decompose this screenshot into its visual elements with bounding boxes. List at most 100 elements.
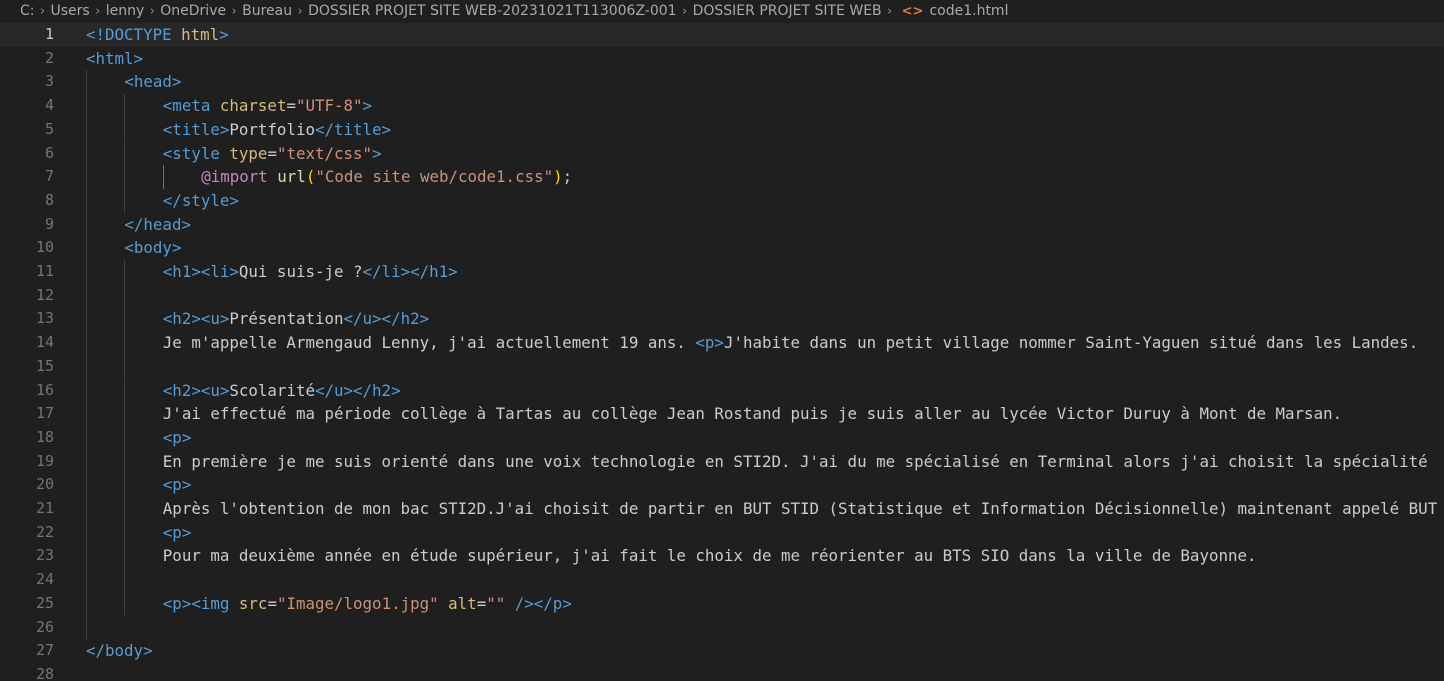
indent-guide bbox=[86, 283, 87, 308]
line-number: 25 bbox=[35, 593, 54, 612]
indent-guide bbox=[124, 520, 126, 545]
code-line[interactable]: 13 <h2><u>Présentation</u></h2> bbox=[0, 307, 1444, 332]
indent-guide bbox=[124, 497, 126, 521]
code-text: <meta charset="UTF-8"> bbox=[163, 94, 372, 118]
code-text: <p> bbox=[163, 521, 192, 545]
code-line[interactable]: 15 bbox=[0, 354, 1444, 379]
code-token-tag: > bbox=[219, 25, 229, 44]
line-number: 13 bbox=[35, 309, 54, 328]
code-line[interactable]: 14 Je m'appelle Armengaud Lenny, j'ai act… bbox=[0, 331, 1444, 355]
line-number: 10 bbox=[35, 238, 54, 257]
code-line[interactable]: 21 Après l'obtention de mon bac STI2D.J'a… bbox=[0, 497, 1444, 521]
code-line[interactable]: 17 J'ai effectué ma période collège à Tar… bbox=[0, 402, 1444, 426]
code-line[interactable]: 7 @import url("Code site web/code1.css"); bbox=[0, 165, 1444, 189]
line-number: 28 bbox=[35, 664, 54, 681]
code-text: <h1><li>Qui suis-je ?</li></h1> bbox=[163, 260, 458, 284]
code-token-tag: <p><img bbox=[162, 593, 230, 613]
code-text: <h2><u>Présentation</u></h2> bbox=[163, 307, 429, 331]
code-line[interactable]: 11 <h1><li>Qui suis-je ?</li></h1> bbox=[0, 260, 1444, 284]
code-text: <!DOCTYPE html> bbox=[86, 23, 229, 47]
chevron-right-icon: › bbox=[231, 4, 237, 19]
code-line[interactable]: 16 <h2><u>Scolarité</u></h2> bbox=[0, 378, 1444, 403]
code-token-tag: /></p> bbox=[514, 593, 572, 613]
line-number: 27 bbox=[35, 641, 54, 660]
indent-guide bbox=[124, 378, 126, 403]
breadcrumb-item-file[interactable]: code1.html bbox=[929, 0, 1008, 23]
code-line[interactable]: 20 <p> bbox=[0, 473, 1444, 497]
code-line[interactable]: 4 <meta charset="UTF-8"> bbox=[0, 94, 1444, 118]
code-token-text: = bbox=[267, 143, 277, 163]
code-token-attr: charset bbox=[219, 96, 287, 116]
indent-guide bbox=[86, 568, 87, 592]
indent-guide bbox=[86, 260, 87, 284]
code-token-str: "text/css" bbox=[276, 143, 373, 163]
code-text: @import url("Code site web/code1.css"); bbox=[201, 165, 572, 189]
breadcrumb-item-drive[interactable]: C: bbox=[20, 0, 35, 23]
line-number: 8 bbox=[44, 190, 54, 209]
code-line[interactable]: 12 bbox=[0, 283, 1444, 308]
indent-guide bbox=[124, 260, 126, 284]
line-number: 9 bbox=[44, 214, 54, 233]
code-line[interactable]: 26 bbox=[0, 615, 1444, 640]
code-token-attr: src bbox=[238, 593, 268, 613]
code-token-paren: ( bbox=[305, 167, 316, 187]
code-line[interactable]: 27 </body> bbox=[0, 639, 1444, 663]
code-line[interactable]: 19 En première je me suis orienté dans un… bbox=[0, 449, 1444, 474]
code-token-attr: alt bbox=[448, 593, 477, 613]
line-number: 22 bbox=[35, 522, 54, 541]
code-line[interactable]: 9 </head> bbox=[0, 212, 1444, 237]
breadcrumb-item-onedrive[interactable]: OneDrive bbox=[160, 0, 226, 23]
code-token-text: J'ai effectué ma période collège à Tarta… bbox=[162, 404, 1343, 424]
code-line[interactable]: 24 bbox=[0, 568, 1444, 592]
chevron-right-icon: › bbox=[39, 4, 46, 19]
line-number: 26 bbox=[35, 617, 54, 636]
code-line[interactable]: 10 <body> bbox=[0, 236, 1444, 260]
code-line[interactable]: 6 <style type="text/css"> bbox=[0, 141, 1444, 166]
breadcrumb-item-users[interactable]: Users bbox=[51, 0, 90, 23]
line-number: 12 bbox=[35, 285, 54, 304]
indent-guide bbox=[86, 94, 87, 118]
code-text: <body> bbox=[124, 236, 181, 260]
indent-guide bbox=[86, 520, 87, 545]
code-text: </head> bbox=[124, 213, 191, 237]
code-token-fn: url bbox=[277, 167, 306, 187]
breadcrumb-item-bureau[interactable]: Bureau bbox=[242, 0, 292, 23]
code-line[interactable]: 2 <html> bbox=[0, 47, 1444, 71]
indent-guide bbox=[124, 544, 126, 569]
code-line[interactable]: 1 <!DOCTYPE html> bbox=[0, 23, 1444, 47]
indent-guide bbox=[124, 354, 126, 379]
breadcrumb-item-project-folder[interactable]: DOSSIER PROJET SITE WEB bbox=[693, 0, 882, 23]
code-text: En première je me suis orienté dans une … bbox=[163, 450, 1428, 474]
chevron-right-icon: › bbox=[149, 4, 155, 19]
code-token-str: "" bbox=[486, 593, 506, 613]
code-text: Après l'obtention de mon bac STI2D.J'ai … bbox=[163, 497, 1437, 521]
indent-guide bbox=[86, 591, 87, 616]
code-line[interactable]: 23 Pour ma deuxième année en étude supéri… bbox=[0, 544, 1444, 569]
code-token-tag: <p> bbox=[695, 333, 724, 353]
code-token-tag: </head> bbox=[124, 214, 191, 234]
breadcrumb-item-lenny[interactable]: lenny bbox=[106, 0, 145, 23]
breadcrumb-item-project-archive-folder[interactable]: DOSSIER PROJET SITE WEB-20231021T113006Z… bbox=[308, 0, 676, 23]
indent-guide bbox=[86, 236, 87, 260]
code-line[interactable]: 25 <p><img src="Image/logo1.jpg" alt="" /… bbox=[0, 591, 1444, 616]
code-line[interactable]: 28 bbox=[0, 663, 1444, 681]
code-token-doctype: html bbox=[181, 25, 220, 44]
code-line[interactable]: 3 <head> bbox=[0, 70, 1444, 95]
indent-guide bbox=[86, 615, 87, 640]
code-line[interactable]: 5 <title>Portfolio</title> bbox=[0, 117, 1444, 142]
chevron-right-icon: › bbox=[887, 4, 893, 19]
code-token-tag: <p> bbox=[162, 427, 192, 447]
code-token-text: = bbox=[286, 96, 296, 116]
code-token-tag: <h1><li> bbox=[162, 262, 239, 281]
chevron-right-icon: › bbox=[681, 4, 688, 19]
code-line[interactable]: 8 </style> bbox=[0, 188, 1444, 213]
code-line[interactable]: 18 <p> bbox=[0, 425, 1444, 450]
line-number: 18 bbox=[35, 427, 54, 446]
code-token-text: ; bbox=[562, 167, 573, 187]
code-line[interactable]: 22 <p> bbox=[0, 520, 1444, 545]
line-number: 19 bbox=[35, 451, 54, 470]
code-editor[interactable]: 1 <!DOCTYPE html> 2 <html> 3 <head> 4 <meta cha… bbox=[0, 23, 1444, 681]
